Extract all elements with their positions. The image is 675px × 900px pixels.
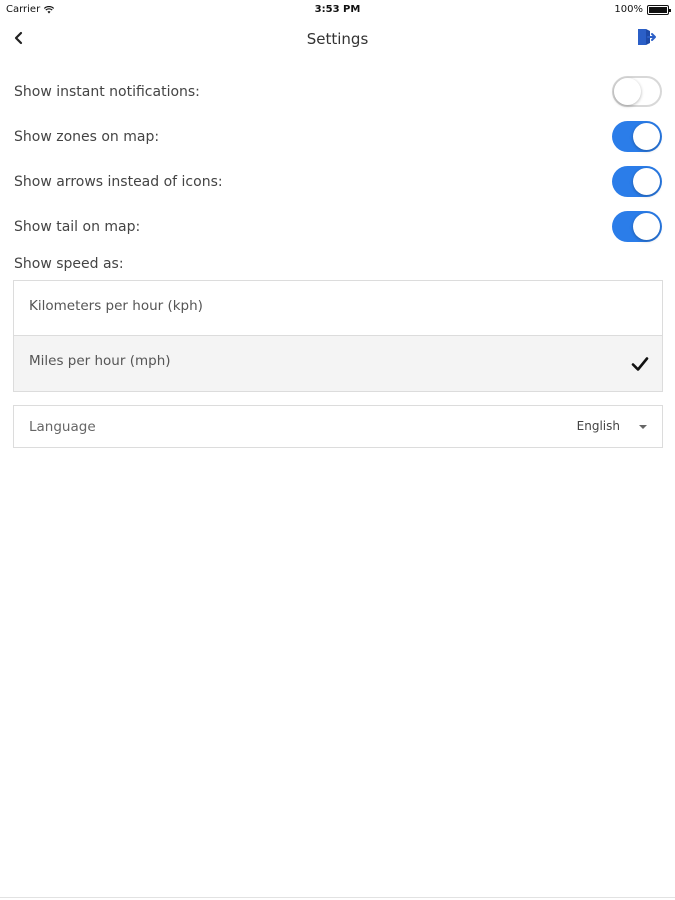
setting-arrows-instead-of-icons: Show arrows instead of icons: [14, 164, 664, 200]
toggle-knob [633, 168, 660, 195]
language-label: Language [29, 419, 96, 435]
speed-section-label: Show speed as: [14, 256, 124, 272]
speed-option-mph[interactable]: Miles per hour (mph) [14, 336, 662, 391]
speed-option-label: Miles per hour (mph) [29, 353, 171, 369]
caret-down-icon [639, 425, 647, 429]
battery-indicator: 100% [614, 4, 671, 15]
logout-icon [638, 29, 656, 45]
setting-instant-notifications: Show instant notifications: [14, 74, 664, 110]
toggle-knob [633, 123, 660, 150]
speed-option-label: Kilometers per hour (kph) [29, 298, 203, 314]
toggle-knob [614, 78, 641, 105]
language-select[interactable]: Language English [13, 405, 663, 448]
bottom-divider [0, 897, 675, 898]
tail-on-map-toggle[interactable] [612, 211, 662, 242]
setting-zones-on-map: Show zones on map: [14, 119, 664, 155]
instant-notifications-toggle[interactable] [612, 76, 662, 107]
setting-tail-on-map: Show tail on map: [14, 209, 664, 245]
arrows-instead-of-icons-label: Show arrows instead of icons: [14, 174, 223, 190]
zones-on-map-toggle[interactable] [612, 121, 662, 152]
toggle-knob [633, 213, 660, 240]
speed-unit-list: Kilometers per hour (kph) Miles per hour… [13, 280, 663, 392]
page-title: Settings [306, 30, 369, 48]
zones-on-map-label: Show zones on map: [14, 129, 160, 145]
battery-icon [647, 4, 671, 15]
instant-notifications-label: Show instant notifications: [14, 84, 200, 100]
arrows-instead-of-icons-toggle[interactable] [612, 166, 662, 197]
speed-option-kph[interactable]: Kilometers per hour (kph) [14, 281, 662, 336]
checkmark-icon [631, 357, 649, 371]
tail-on-map-label: Show tail on map: [14, 219, 141, 235]
nav-bar: Settings [0, 20, 675, 60]
language-value: English [576, 419, 620, 433]
settings-screen: Carrier 3:53 PM 100% Settings Show insta… [0, 0, 675, 900]
logout-button[interactable] [635, 26, 657, 48]
status-time: 3:53 PM [314, 4, 361, 15]
status-bar: Carrier 3:53 PM 100% [0, 0, 675, 20]
battery-percent: 100% [614, 4, 643, 15]
